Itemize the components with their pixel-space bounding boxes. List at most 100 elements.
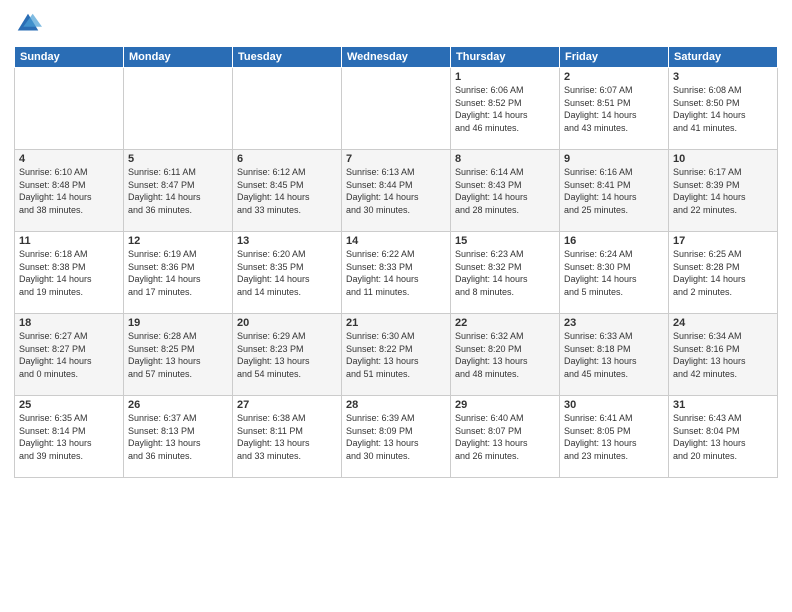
day-number: 11 [19, 235, 119, 247]
calendar-cell: 19Sunrise: 6:28 AM Sunset: 8:25 PM Dayli… [124, 314, 233, 396]
calendar-cell [15, 68, 124, 150]
day-info: Sunrise: 6:30 AM Sunset: 8:22 PM Dayligh… [346, 330, 446, 380]
day-number: 2 [564, 71, 664, 83]
calendar-cell: 31Sunrise: 6:43 AM Sunset: 8:04 PM Dayli… [669, 396, 778, 478]
day-number: 12 [128, 235, 228, 247]
day-info: Sunrise: 6:11 AM Sunset: 8:47 PM Dayligh… [128, 166, 228, 216]
calendar-cell: 8Sunrise: 6:14 AM Sunset: 8:43 PM Daylig… [451, 150, 560, 232]
calendar-week-row: 11Sunrise: 6:18 AM Sunset: 8:38 PM Dayli… [15, 232, 778, 314]
calendar-cell [342, 68, 451, 150]
day-number: 14 [346, 235, 446, 247]
day-number: 13 [237, 235, 337, 247]
day-number: 31 [673, 399, 773, 411]
day-info: Sunrise: 6:32 AM Sunset: 8:20 PM Dayligh… [455, 330, 555, 380]
day-info: Sunrise: 6:23 AM Sunset: 8:32 PM Dayligh… [455, 248, 555, 298]
calendar-cell: 6Sunrise: 6:12 AM Sunset: 8:45 PM Daylig… [233, 150, 342, 232]
calendar-cell: 24Sunrise: 6:34 AM Sunset: 8:16 PM Dayli… [669, 314, 778, 396]
weekday-header: Saturday [669, 47, 778, 68]
day-info: Sunrise: 6:37 AM Sunset: 8:13 PM Dayligh… [128, 412, 228, 462]
calendar-week-row: 25Sunrise: 6:35 AM Sunset: 8:14 PM Dayli… [15, 396, 778, 478]
day-number: 7 [346, 153, 446, 165]
calendar-cell: 17Sunrise: 6:25 AM Sunset: 8:28 PM Dayli… [669, 232, 778, 314]
calendar-cell: 29Sunrise: 6:40 AM Sunset: 8:07 PM Dayli… [451, 396, 560, 478]
day-info: Sunrise: 6:40 AM Sunset: 8:07 PM Dayligh… [455, 412, 555, 462]
day-info: Sunrise: 6:06 AM Sunset: 8:52 PM Dayligh… [455, 84, 555, 134]
calendar-cell: 20Sunrise: 6:29 AM Sunset: 8:23 PM Dayli… [233, 314, 342, 396]
day-number: 4 [19, 153, 119, 165]
logo [14, 10, 46, 38]
day-number: 21 [346, 317, 446, 329]
day-info: Sunrise: 6:35 AM Sunset: 8:14 PM Dayligh… [19, 412, 119, 462]
day-info: Sunrise: 6:24 AM Sunset: 8:30 PM Dayligh… [564, 248, 664, 298]
day-info: Sunrise: 6:38 AM Sunset: 8:11 PM Dayligh… [237, 412, 337, 462]
day-info: Sunrise: 6:39 AM Sunset: 8:09 PM Dayligh… [346, 412, 446, 462]
day-number: 8 [455, 153, 555, 165]
day-info: Sunrise: 6:20 AM Sunset: 8:35 PM Dayligh… [237, 248, 337, 298]
calendar-cell: 21Sunrise: 6:30 AM Sunset: 8:22 PM Dayli… [342, 314, 451, 396]
calendar-cell: 2Sunrise: 6:07 AM Sunset: 8:51 PM Daylig… [560, 68, 669, 150]
day-number: 16 [564, 235, 664, 247]
weekday-header: Wednesday [342, 47, 451, 68]
calendar-cell: 28Sunrise: 6:39 AM Sunset: 8:09 PM Dayli… [342, 396, 451, 478]
day-info: Sunrise: 6:14 AM Sunset: 8:43 PM Dayligh… [455, 166, 555, 216]
logo-icon [14, 10, 42, 38]
calendar-cell: 23Sunrise: 6:33 AM Sunset: 8:18 PM Dayli… [560, 314, 669, 396]
calendar-cell: 15Sunrise: 6:23 AM Sunset: 8:32 PM Dayli… [451, 232, 560, 314]
day-number: 5 [128, 153, 228, 165]
calendar-cell: 5Sunrise: 6:11 AM Sunset: 8:47 PM Daylig… [124, 150, 233, 232]
day-number: 10 [673, 153, 773, 165]
calendar-cell: 9Sunrise: 6:16 AM Sunset: 8:41 PM Daylig… [560, 150, 669, 232]
day-number: 1 [455, 71, 555, 83]
calendar-cell: 14Sunrise: 6:22 AM Sunset: 8:33 PM Dayli… [342, 232, 451, 314]
day-number: 6 [237, 153, 337, 165]
calendar-cell: 10Sunrise: 6:17 AM Sunset: 8:39 PM Dayli… [669, 150, 778, 232]
calendar-cell: 4Sunrise: 6:10 AM Sunset: 8:48 PM Daylig… [15, 150, 124, 232]
calendar-week-row: 4Sunrise: 6:10 AM Sunset: 8:48 PM Daylig… [15, 150, 778, 232]
calendar-cell: 3Sunrise: 6:08 AM Sunset: 8:50 PM Daylig… [669, 68, 778, 150]
calendar: SundayMondayTuesdayWednesdayThursdayFrid… [14, 46, 778, 478]
weekday-header: Thursday [451, 47, 560, 68]
calendar-cell: 7Sunrise: 6:13 AM Sunset: 8:44 PM Daylig… [342, 150, 451, 232]
calendar-header-row: SundayMondayTuesdayWednesdayThursdayFrid… [15, 47, 778, 68]
calendar-cell: 27Sunrise: 6:38 AM Sunset: 8:11 PM Dayli… [233, 396, 342, 478]
weekday-header: Friday [560, 47, 669, 68]
day-info: Sunrise: 6:33 AM Sunset: 8:18 PM Dayligh… [564, 330, 664, 380]
day-info: Sunrise: 6:16 AM Sunset: 8:41 PM Dayligh… [564, 166, 664, 216]
calendar-cell: 22Sunrise: 6:32 AM Sunset: 8:20 PM Dayli… [451, 314, 560, 396]
calendar-cell: 18Sunrise: 6:27 AM Sunset: 8:27 PM Dayli… [15, 314, 124, 396]
day-number: 9 [564, 153, 664, 165]
day-info: Sunrise: 6:07 AM Sunset: 8:51 PM Dayligh… [564, 84, 664, 134]
day-number: 30 [564, 399, 664, 411]
day-number: 19 [128, 317, 228, 329]
day-number: 20 [237, 317, 337, 329]
day-info: Sunrise: 6:19 AM Sunset: 8:36 PM Dayligh… [128, 248, 228, 298]
day-info: Sunrise: 6:12 AM Sunset: 8:45 PM Dayligh… [237, 166, 337, 216]
day-number: 22 [455, 317, 555, 329]
day-number: 23 [564, 317, 664, 329]
calendar-cell [233, 68, 342, 150]
calendar-cell: 26Sunrise: 6:37 AM Sunset: 8:13 PM Dayli… [124, 396, 233, 478]
day-info: Sunrise: 6:41 AM Sunset: 8:05 PM Dayligh… [564, 412, 664, 462]
calendar-body: 1Sunrise: 6:06 AM Sunset: 8:52 PM Daylig… [15, 68, 778, 478]
day-number: 24 [673, 317, 773, 329]
day-number: 28 [346, 399, 446, 411]
day-info: Sunrise: 6:17 AM Sunset: 8:39 PM Dayligh… [673, 166, 773, 216]
day-info: Sunrise: 6:29 AM Sunset: 8:23 PM Dayligh… [237, 330, 337, 380]
calendar-cell: 1Sunrise: 6:06 AM Sunset: 8:52 PM Daylig… [451, 68, 560, 150]
calendar-week-row: 18Sunrise: 6:27 AM Sunset: 8:27 PM Dayli… [15, 314, 778, 396]
day-info: Sunrise: 6:08 AM Sunset: 8:50 PM Dayligh… [673, 84, 773, 134]
day-info: Sunrise: 6:10 AM Sunset: 8:48 PM Dayligh… [19, 166, 119, 216]
calendar-cell [124, 68, 233, 150]
page: SundayMondayTuesdayWednesdayThursdayFrid… [0, 0, 792, 612]
weekday-header: Tuesday [233, 47, 342, 68]
day-number: 29 [455, 399, 555, 411]
day-number: 27 [237, 399, 337, 411]
calendar-cell: 25Sunrise: 6:35 AM Sunset: 8:14 PM Dayli… [15, 396, 124, 478]
day-info: Sunrise: 6:28 AM Sunset: 8:25 PM Dayligh… [128, 330, 228, 380]
calendar-cell: 13Sunrise: 6:20 AM Sunset: 8:35 PM Dayli… [233, 232, 342, 314]
calendar-cell: 16Sunrise: 6:24 AM Sunset: 8:30 PM Dayli… [560, 232, 669, 314]
day-info: Sunrise: 6:43 AM Sunset: 8:04 PM Dayligh… [673, 412, 773, 462]
calendar-cell: 12Sunrise: 6:19 AM Sunset: 8:36 PM Dayli… [124, 232, 233, 314]
day-number: 26 [128, 399, 228, 411]
header [14, 10, 778, 38]
